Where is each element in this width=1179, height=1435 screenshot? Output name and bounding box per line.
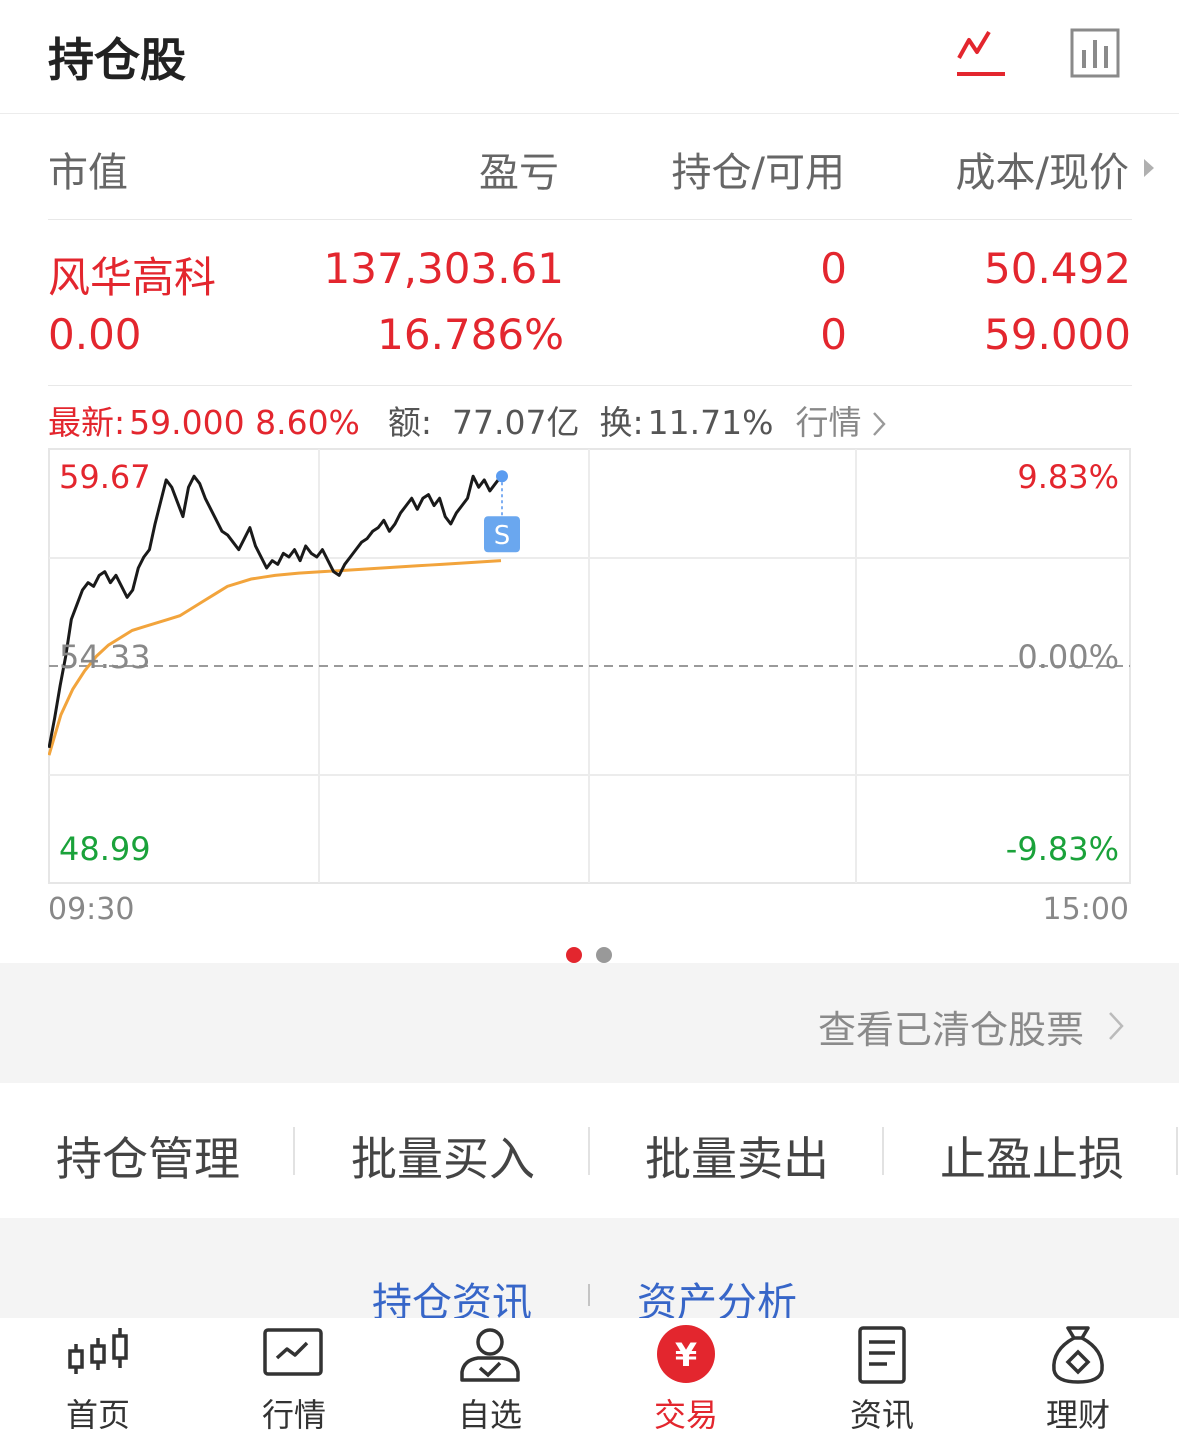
amount-label: 额: <box>387 403 433 442</box>
column-header-market-value: 市值 <box>48 150 128 196</box>
money-bag-icon <box>1052 1326 1104 1384</box>
x-tick-end: 15:00 <box>1042 892 1129 927</box>
column-header-holding: 持仓/可用 <box>671 150 845 196</box>
cost-price: 50.492 <box>984 244 1131 293</box>
action-bar: 持仓管理 批量买入 批量卖出 止盈止损 <box>0 1083 1179 1218</box>
chevron-right-icon[interactable] <box>872 411 886 437</box>
holding-qty: 0 <box>820 244 847 293</box>
divider <box>588 1284 590 1306</box>
cleared-stocks-link[interactable]: 查看已清仓股票 <box>818 999 1084 1054</box>
page-dot[interactable] <box>596 947 612 963</box>
batch-buy-button[interactable]: 批量买入 <box>351 1123 535 1189</box>
stock-name[interactable]: 风华高科 <box>48 244 216 305</box>
quote-summary: 最新: 59.000 8.60% 额: 77.07亿 换: 11.71% 行情 <box>48 396 886 444</box>
available-qty: 0 <box>820 310 847 359</box>
document-icon <box>858 1326 906 1384</box>
tab-label: 交易 <box>653 1396 718 1434</box>
price-line <box>48 474 503 749</box>
divider <box>48 385 1132 386</box>
tab-wealth[interactable]: 理财 <box>980 1318 1176 1435</box>
tab-label: 理财 <box>1045 1396 1110 1434</box>
current-price: 59.000 <box>984 310 1131 359</box>
bottom-tab-bar: 首页 行情 自选 ¥ 交易 资讯 理财 <box>0 1318 1179 1435</box>
page-title: 持仓股 <box>48 33 186 87</box>
latest-label: 最新: <box>48 403 126 442</box>
yuan-icon: ¥ <box>657 1325 715 1383</box>
market-chart-icon <box>263 1328 323 1376</box>
chevron-right-icon[interactable] <box>1108 1011 1124 1041</box>
divider <box>48 219 1132 220</box>
sell-marker-badge: S <box>484 516 520 553</box>
batch-sell-button[interactable]: 批量卖出 <box>645 1123 829 1189</box>
tab-watchlist[interactable]: 自选 <box>392 1318 588 1435</box>
candlestick-icon <box>68 1328 128 1374</box>
top-bar: 持仓股 <box>0 0 1179 114</box>
svg-text:¥: ¥ <box>675 1336 697 1374</box>
divider <box>1176 1127 1178 1175</box>
line-chart-icon[interactable] <box>955 28 1007 80</box>
caret-right-icon[interactable] <box>1142 156 1156 180</box>
tab-market[interactable]: 行情 <box>196 1318 392 1435</box>
y-tick-low-pct: -9.83% <box>1005 830 1119 868</box>
y-tick-high-pct: 9.83% <box>1017 458 1119 496</box>
marker-dot <box>496 470 508 483</box>
position-news-link[interactable]: 持仓资讯 <box>372 1270 532 1318</box>
page-indicator <box>566 947 616 963</box>
bar-chart-icon[interactable] <box>1070 28 1122 80</box>
tab-home[interactable]: 首页 <box>0 1318 196 1435</box>
market-value: 0.00 <box>48 310 142 359</box>
column-header-cost-price[interactable]: 成本/现价 <box>956 140 1129 198</box>
divider <box>293 1127 295 1175</box>
market-link[interactable]: 行情 <box>796 403 862 442</box>
tab-trade[interactable]: ¥ 交易 <box>588 1318 784 1435</box>
y-tick-high: 59.67 <box>59 458 151 496</box>
profit-loss: 137,303.61 <box>323 244 564 293</box>
amount-value: 77.07亿 <box>452 403 580 442</box>
turnover-value: 11.71% <box>647 403 774 442</box>
info-links-section: 持仓资讯 资产分析 <box>0 1218 1179 1318</box>
page-dot-active[interactable] <box>566 947 582 963</box>
y-tick-low: 48.99 <box>59 830 151 868</box>
cleared-section: 查看已清仓股票 <box>0 963 1179 1083</box>
turnover-label: 换: <box>599 403 644 442</box>
profit-loss-ratio: 16.786% <box>377 310 564 359</box>
intraday-chart[interactable]: S <box>48 448 1131 884</box>
position-manage-button[interactable]: 持仓管理 <box>56 1123 240 1189</box>
column-header-profit-loss: 盈亏 <box>479 150 559 196</box>
asset-analysis-link[interactable]: 资产分析 <box>637 1270 797 1318</box>
latest-value: 59.000 8.60% <box>129 403 360 442</box>
divider <box>882 1127 884 1175</box>
y-tick-mid: 54.33 <box>59 638 151 676</box>
tab-label: 资讯 <box>849 1396 914 1434</box>
x-tick-start: 09:30 <box>48 892 135 927</box>
user-check-icon <box>460 1328 520 1382</box>
marker-label: S <box>494 521 511 551</box>
stop-profit-loss-button[interactable]: 止盈止损 <box>940 1123 1124 1189</box>
tab-news[interactable]: 资讯 <box>784 1318 980 1435</box>
tab-label: 首页 <box>65 1396 130 1434</box>
tab-label: 行情 <box>261 1396 326 1434</box>
y-tick-mid-pct: 0.00% <box>1017 638 1119 676</box>
divider <box>588 1127 590 1175</box>
tab-label: 自选 <box>457 1396 522 1434</box>
